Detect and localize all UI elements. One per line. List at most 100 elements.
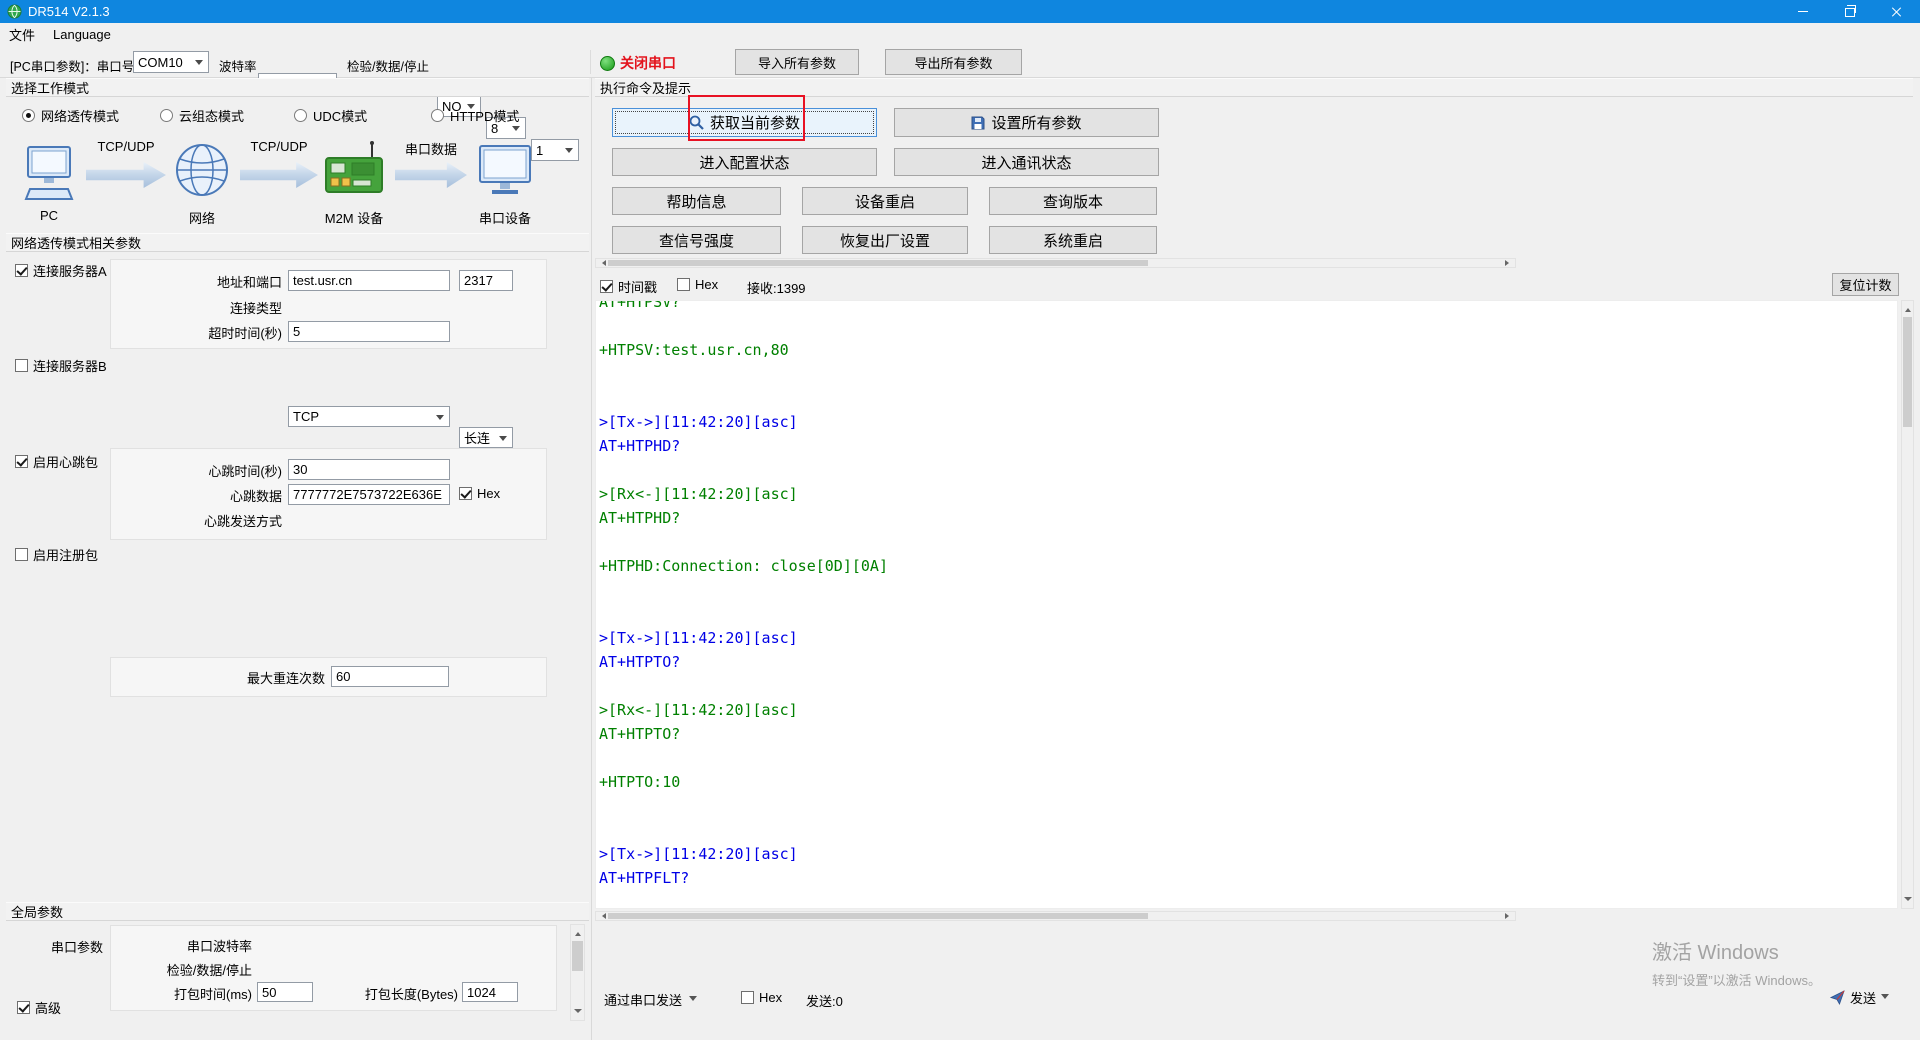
reconnect-label: 最大重连次数 (150, 668, 325, 686)
system-reboot-button[interactable]: 系统重启 (989, 226, 1157, 254)
send-via-serial-dropdown[interactable]: 通过串口发送 (604, 990, 697, 1009)
radio-cloud-mode[interactable]: 云组态模式 (160, 106, 244, 125)
checkbox-label: 时间戳 (618, 277, 657, 296)
enter-comm-button[interactable]: 进入通讯状态 (894, 148, 1159, 176)
m2m-device-icon (322, 140, 386, 205)
server-a-port-input[interactable] (459, 270, 513, 291)
query-version-button[interactable]: 查询版本 (989, 187, 1157, 215)
log-line (599, 602, 1897, 626)
radio-udc-mode[interactable]: UDC模式 (294, 106, 367, 125)
checkbox-icon (741, 991, 754, 1004)
packlen-label: 打包长度(Bytes) (352, 984, 458, 1002)
log-line: +HTPSV:test.usr.cn,80 (599, 338, 1897, 362)
serial-params-label: 串口参数 (51, 937, 103, 956)
advanced-checkbox[interactable]: 高级 (17, 998, 61, 1017)
conn-type-label: 连接类型 (150, 298, 282, 316)
menu-language[interactable]: Language (44, 23, 120, 46)
reset-counter-button[interactable]: 复位计数 (1832, 273, 1899, 296)
minimize-button[interactable] (1779, 0, 1826, 23)
scrollbar-thumb[interactable] (608, 913, 1148, 919)
port-status-icon (600, 56, 615, 71)
radio-label: 网络透传模式 (41, 106, 119, 125)
app-icon (7, 4, 22, 19)
arrow2-label: TCP/UDP (240, 139, 318, 154)
stopbits-select[interactable]: 1 (531, 139, 579, 161)
checkbox-label: Hex (759, 990, 782, 1005)
timestamp-checkbox[interactable]: 时间戳 (600, 277, 657, 296)
send-button[interactable]: 发送 (1830, 988, 1889, 1007)
scrollbar-thumb[interactable] (1903, 317, 1912, 427)
log-line: AT+HTPFLT? (599, 866, 1897, 890)
checkbox-checked-icon (17, 1001, 30, 1014)
conn-type-select[interactable]: TCP (288, 406, 450, 427)
radio-icon (294, 109, 307, 122)
log-output[interactable]: AT+HTPSV? +HTPSV:test.usr.cn,80 >[Tx->][… (595, 300, 1898, 909)
log-line: >[Rx<-][11:42:20][asc] (599, 482, 1897, 506)
log-line-text: +HTPHD:Connection: close[0D][0A] (599, 557, 888, 575)
checkbox-checked-icon (459, 487, 472, 500)
radio-httpd-mode[interactable]: HTTPD模式 (431, 106, 519, 125)
scroll-up-icon (575, 929, 581, 936)
log-hscrollbar-top[interactable] (595, 258, 1516, 268)
help-info-button[interactable]: 帮助信息 (612, 187, 781, 215)
log-line: AT+HTPSV? (599, 300, 1897, 314)
log-hex-checkbox[interactable]: Hex (677, 277, 718, 292)
recv-counter: 接收:1399 (747, 278, 806, 297)
factory-reset-button[interactable]: 恢复出厂设置 (802, 226, 968, 254)
device-reboot-button[interactable]: 设备重启 (802, 187, 968, 215)
timeout-input[interactable] (288, 321, 450, 342)
com-port-select[interactable]: COM10 (133, 51, 209, 73)
close-port-button[interactable]: 关闭串口 (600, 53, 676, 73)
import-params-button[interactable]: 导入所有参数 (735, 49, 859, 75)
left-panel-vscrollbar[interactable] (570, 924, 585, 1021)
send-hex-checkbox[interactable]: Hex (741, 990, 782, 1005)
watermark-line2: 转到“设置”以激活 Windows。 (1652, 970, 1821, 989)
packlen-input[interactable] (462, 982, 518, 1002)
send-via-label: 通过串口发送 (604, 990, 682, 1009)
dropdown-icon (1881, 994, 1889, 1003)
hb-hex-checkbox[interactable]: Hex (459, 486, 500, 501)
set-params-button[interactable]: 设置所有参数 (894, 108, 1159, 137)
panel-divider (591, 78, 592, 1040)
scroll-up-icon (1905, 305, 1911, 312)
annotation-highlight-box (688, 95, 805, 141)
hb-time-input[interactable] (288, 459, 450, 480)
command-header-label: 执行命令及提示 (600, 78, 691, 97)
server-b-checkbox[interactable]: 连接服务器B (15, 356, 107, 375)
restore-button[interactable] (1826, 0, 1873, 23)
log-line-text: AT+HTPHD? (599, 437, 680, 455)
log-line-text: +HTPSV:test.usr.cn,80 (599, 341, 789, 359)
packtime-input[interactable] (257, 982, 313, 1002)
log-line: >[Tx->][11:42:20][asc] (599, 626, 1897, 650)
conn-type-value: TCP (293, 409, 319, 424)
arrow1-icon (86, 162, 166, 188)
scrollbar-thumb[interactable] (572, 941, 583, 971)
log-vscrollbar[interactable] (1901, 300, 1914, 909)
checkbox-icon (677, 278, 690, 291)
scroll-right-icon (1505, 260, 1512, 266)
radio-net-transparent-mode[interactable]: 网络透传模式 (22, 106, 119, 125)
radio-label: 云组态模式 (179, 106, 244, 125)
log-hscrollbar-bottom[interactable] (595, 911, 1516, 921)
hb-data-input[interactable] (288, 484, 450, 505)
reconnect-input[interactable] (331, 666, 449, 687)
sent-counter: 发送:0 (806, 991, 843, 1010)
export-params-button[interactable]: 导出所有参数 (885, 49, 1022, 75)
keepalive-select[interactable]: 长连 (459, 427, 513, 448)
query-signal-button[interactable]: 查信号强度 (612, 226, 781, 254)
close-button[interactable] (1873, 0, 1920, 23)
heartbeat-checkbox[interactable]: 启用心跳包 (15, 452, 98, 471)
enter-config-button[interactable]: 进入配置状态 (612, 148, 877, 176)
pc-icon (24, 145, 74, 206)
menu-file[interactable]: 文件 (0, 23, 44, 46)
arrow3-icon (395, 162, 467, 188)
server-a-checkbox[interactable]: 连接服务器A (15, 261, 107, 280)
params-header: 网络透传模式相关参数 (6, 233, 589, 252)
radio-label: HTTPD模式 (450, 106, 519, 125)
register-packet-checkbox[interactable]: 启用注册包 (15, 545, 98, 564)
server-a-address-input[interactable] (288, 270, 450, 291)
scrollbar-thumb[interactable] (608, 260, 1148, 266)
scroll-down-icon (1904, 897, 1912, 905)
global-line-label: 检验/数据/停止 (118, 960, 252, 978)
arrow1-label: TCP/UDP (86, 139, 166, 154)
